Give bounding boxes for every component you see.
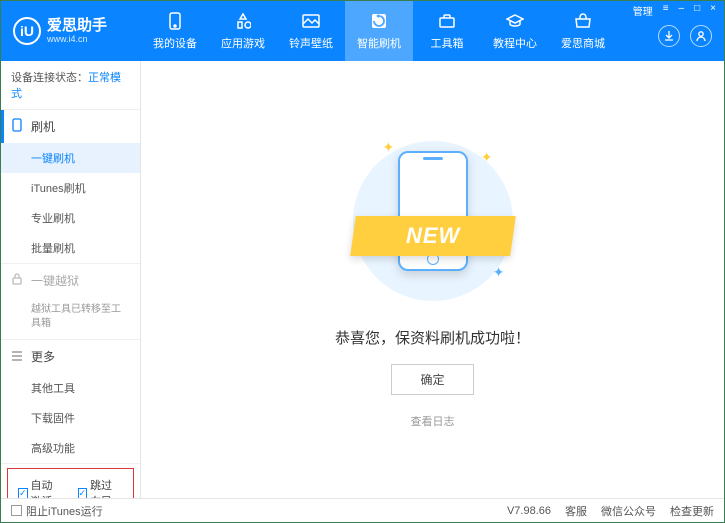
nav-label: 我的设备 [153,35,197,51]
phone-icon [165,11,185,31]
success-message: 恭喜您，保资料刷机成功啦！ [335,327,530,348]
group-more: 更多 其他工具 下载固件 高级功能 [1,340,140,464]
list-icon [11,350,23,364]
auto-activate-checkbox[interactable]: ✓ 自动激活 [18,477,64,498]
logo-icon: iU [13,17,41,45]
checkbox-label: 自动激活 [31,477,64,498]
nav-smart-flash[interactable]: 智能刷机 [345,1,413,61]
group-title: 刷机 [31,118,55,135]
header-right-icons [658,25,712,47]
nav-my-device[interactable]: 我的设备 [141,1,209,61]
nav-store[interactable]: 爱思商城 [549,1,617,61]
check-icon: ✓ [78,488,88,499]
sidebar-item-other-tools[interactable]: 其他工具 [1,373,140,403]
sidebar-item-advanced[interactable]: 高级功能 [1,433,140,463]
jailbreak-note: 越狱工具已转移至工具箱 [1,297,140,339]
app-site: www.i4.cn [47,34,107,44]
group-flash: 刷机 一键刷机 iTunes刷机 专业刷机 批量刷机 [1,110,140,264]
nav-tutorials[interactable]: 教程中心 [481,1,549,61]
header: iU 爱思助手 www.i4.cn 我的设备 应用游戏 铃声壁纸 智能刷机 工具… [1,1,724,61]
sidebar: 设备连接状态：正常模式 刷机 一键刷机 iTunes刷机 专业刷机 批量刷机 一… [1,61,141,498]
nav-apps[interactable]: 应用游戏 [209,1,277,61]
graduation-icon [505,11,525,31]
group-title: 一键越狱 [31,272,79,289]
block-itunes-checkbox[interactable]: 阻止iTunes运行 [11,503,103,519]
nav-toolbox[interactable]: 工具箱 [413,1,481,61]
sidebar-item-itunes-flash[interactable]: iTunes刷机 [1,173,140,203]
ok-button[interactable]: 确定 [391,364,473,395]
nav-label: 智能刷机 [357,35,401,51]
group-title: 更多 [31,348,55,365]
bottom-bar: 阻止iTunes运行 V7.98.66 客服 微信公众号 检查更新 [1,498,724,522]
content-area: ✦ ✦ ✦ NEW 恭喜您，保资料刷机成功啦！ 确定 查看日志 [141,61,724,498]
view-log-link[interactable]: 查看日志 [411,413,455,429]
sidebar-item-batch-flash[interactable]: 批量刷机 [1,233,140,263]
refresh-icon [369,11,389,31]
nav-label: 工具箱 [431,35,464,51]
checkbox-label: 阻止iTunes运行 [26,503,103,519]
sidebar-item-oneclick-flash[interactable]: 一键刷机 [1,143,140,173]
group-flash-header[interactable]: 刷机 [1,110,140,143]
toolbox-icon [437,11,457,31]
user-button[interactable] [690,25,712,47]
skip-guide-checkbox[interactable]: ✓ 跳过向导 [78,477,124,498]
success-illustration: ✦ ✦ ✦ NEW [343,131,523,311]
options-row: ✓ 自动激活 ✓ 跳过向导 [7,468,134,498]
logo-area: iU 爱思助手 www.i4.cn [1,17,141,45]
checkbox-label: 跳过向导 [90,477,123,498]
close-button[interactable]: × [706,3,720,18]
store-icon [573,11,593,31]
new-banner: NEW [350,216,516,256]
window-controls: 管理 ≡ – □ × [629,3,720,18]
status-label: 设备连接状态： [11,72,88,84]
nav-ringtones[interactable]: 铃声壁纸 [277,1,345,61]
phone-icon [11,118,23,135]
customer-service-link[interactable]: 客服 [565,503,587,519]
app-name: 爱思助手 [47,18,107,35]
lock-icon [11,273,23,288]
download-button[interactable] [658,25,680,47]
check-update-link[interactable]: 检查更新 [670,503,714,519]
connection-status: 设备连接状态：正常模式 [1,61,140,110]
nav-label: 铃声壁纸 [289,35,333,51]
sidebar-item-pro-flash[interactable]: 专业刷机 [1,203,140,233]
image-icon [301,11,321,31]
wechat-link[interactable]: 微信公众号 [601,503,656,519]
checkbox-icon [11,505,22,516]
nav-label: 教程中心 [493,35,537,51]
check-icon: ✓ [18,488,28,499]
sidebar-item-download-firmware[interactable]: 下载固件 [1,403,140,433]
version-label: V7.98.66 [507,505,551,517]
apps-icon [233,11,253,31]
manage-button[interactable]: 管理 [629,3,657,18]
group-more-header[interactable]: 更多 [1,340,140,373]
menu-button[interactable]: ≡ [659,3,673,18]
group-jailbreak-header[interactable]: 一键越狱 [1,264,140,297]
group-jailbreak: 一键越狱 越狱工具已转移至工具箱 [1,264,140,340]
nav-label: 爱思商城 [561,35,605,51]
main-area: 设备连接状态：正常模式 刷机 一键刷机 iTunes刷机 专业刷机 批量刷机 一… [1,61,724,498]
new-label: NEW [405,223,459,249]
minimize-button[interactable]: – [675,3,689,18]
bottom-right: V7.98.66 客服 微信公众号 检查更新 [507,503,714,519]
nav-label: 应用游戏 [221,35,265,51]
maximize-button[interactable]: □ [690,3,704,18]
